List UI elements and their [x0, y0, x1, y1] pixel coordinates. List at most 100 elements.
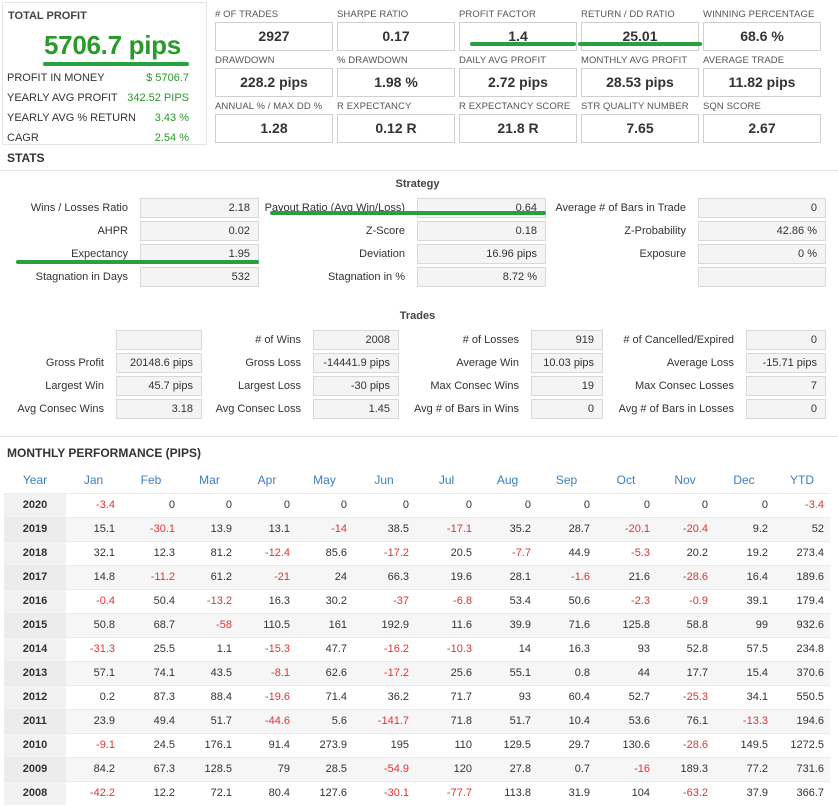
month-value-cell: 932.6 — [774, 612, 830, 637]
year-cell: 2009 — [4, 756, 66, 781]
month-column-header: Dec — [733, 473, 755, 488]
year-cell: 2020 — [4, 492, 66, 517]
trades-stat-value: 0 — [746, 330, 826, 350]
monthly-row: 2014 -31.3 25.5 1.1 -15.3 47.7 -16.2 -10.3 14 16.… — [4, 636, 830, 661]
month-column-header: YTD — [790, 473, 814, 488]
month-value-cell: 19.2 — [714, 540, 774, 565]
month-value-cell: 0 — [478, 492, 537, 517]
metric-card: DRAWDOWN 228.2 pips — [215, 55, 333, 97]
month-value-cell: -21 — [238, 564, 296, 589]
month-value-cell: 58.8 — [656, 612, 714, 637]
metric-card: AVERAGE TRADE 11.82 pips — [703, 55, 821, 97]
month-value-cell: 84.2 — [66, 756, 121, 781]
year-cell: 2008 — [4, 780, 66, 805]
stats-divider — [0, 170, 838, 171]
month-value-cell: 27.8 — [478, 756, 537, 781]
month-value-cell: 130.6 — [596, 732, 656, 757]
month-value-cell: 87.3 — [121, 684, 181, 709]
month-value-cell: 35.2 — [478, 516, 537, 541]
month-value-cell: 32.1 — [66, 540, 121, 565]
monthly-row: 2008 -42.2 12.2 72.1 80.4 127.6 -30.1 -77.7 113.… — [4, 780, 830, 805]
strategy-stat-label: Payout Ratio (Avg Win/Loss) — [264, 202, 405, 214]
month-column-header: Oct — [616, 473, 636, 488]
year-cell: 2015 — [4, 612, 66, 637]
month-value-cell: 71.7 — [415, 684, 478, 709]
month-column-header: Feb — [140, 473, 162, 488]
month-value-cell: 79 — [238, 756, 296, 781]
month-value-cell: 36.2 — [353, 684, 415, 709]
month-value-cell: 57.1 — [66, 660, 121, 685]
trades-stat-label: Gross Profit — [45, 357, 104, 369]
month-value-cell: 5.6 — [296, 708, 353, 733]
year-cell: 2010 — [4, 732, 66, 757]
payout-ratio-highlight — [270, 211, 546, 215]
month-value-cell: -44.6 — [238, 708, 296, 733]
month-value-cell: 125.8 — [596, 612, 656, 637]
month-value-cell: 14 — [478, 636, 537, 661]
month-value-cell: -30.1 — [121, 516, 181, 541]
month-value-cell: 149.5 — [714, 732, 774, 757]
month-value-cell: -5.3 — [596, 540, 656, 565]
metric-value: 0.17 — [337, 22, 455, 51]
trades-stat-value: 7 — [746, 376, 826, 396]
month-value-cell: 51.7 — [478, 708, 537, 733]
month-column-header: Nov — [674, 473, 696, 488]
metric-value: 2.72 pips — [459, 68, 577, 97]
metric-value: 1.4 — [459, 22, 577, 51]
metric-value: 0.12 R — [337, 114, 455, 143]
month-value-cell: 550.5 — [774, 684, 830, 709]
month-value-cell: 11.6 — [415, 612, 478, 637]
month-value-cell: 0 — [181, 492, 238, 517]
yearly-avg-profit-row: YEARLY AVG PROFIT 342.52 PIPS — [7, 92, 189, 104]
month-value-cell: -12.4 — [238, 540, 296, 565]
month-value-cell: 71.6 — [537, 612, 596, 637]
month-value-cell: 91.4 — [238, 732, 296, 757]
month-value-cell: 370.6 — [774, 660, 830, 685]
profit-summary-list: PROFIT IN MONEY $ 5706.7 YEARLY AVG PROFI… — [7, 68, 189, 148]
trades-stat-label: # of Losses — [462, 334, 519, 346]
metric-label: SHARPE RATIO — [337, 9, 409, 20]
month-value-cell: 49.4 — [121, 708, 181, 733]
trades-stat-label: Avg # of Bars in Wins — [414, 403, 519, 415]
trades-stat-label — [0, 330, 104, 350]
month-value-cell: 273.9 — [296, 732, 353, 757]
year-cell: 2014 — [4, 636, 66, 661]
trades-stat-label: Average Loss — [666, 357, 734, 369]
month-value-cell: -2.3 — [596, 588, 656, 613]
month-value-cell: 52 — [774, 516, 830, 541]
year-cell: 2017 — [4, 564, 66, 589]
metric-label: # OF TRADES — [215, 9, 279, 20]
trades-stat-label: Avg # of Bars in Losses — [618, 403, 734, 415]
metric-label: R EXPECTANCY — [337, 101, 412, 112]
trades-stat-label: Average Win — [456, 357, 519, 369]
month-value-cell: 19.6 — [415, 564, 478, 589]
month-value-cell: 189.6 — [774, 564, 830, 589]
year-cell: 2013 — [4, 660, 66, 685]
month-value-cell: 25.5 — [121, 636, 181, 661]
total-profit-value: 5706.7 pips — [44, 30, 181, 60]
month-value-cell: 31.9 — [537, 780, 596, 805]
month-value-cell: -6.8 — [415, 588, 478, 613]
month-value-cell: 81.2 — [181, 540, 238, 565]
metric-card: STR QUALITY NUMBER 7.65 — [581, 101, 699, 143]
month-value-cell: 66.3 — [353, 564, 415, 589]
strategy-stat-label: Z-Score — [365, 225, 405, 237]
month-value-cell: -17.1 — [415, 516, 478, 541]
month-value-cell: 99 — [714, 612, 774, 637]
strategy-stat-label: Wins / Losses Ratio — [30, 202, 128, 214]
month-value-cell: 57.5 — [714, 636, 774, 661]
month-value-cell: 189.3 — [656, 756, 714, 781]
profit-in-money-row: PROFIT IN MONEY $ 5706.7 — [7, 72, 189, 84]
month-value-cell: 0.7 — [537, 756, 596, 781]
month-value-cell: 52.7 — [596, 684, 656, 709]
month-value-cell: 113.8 — [478, 780, 537, 805]
month-value-cell: -37 — [353, 588, 415, 613]
monthly-row: 2019 15.1 -30.1 13.9 13.1 -14 38.5 -17.1 35.2 28.… — [4, 516, 830, 541]
year-cell: 2019 — [4, 516, 66, 541]
strategy-stat-value: 0 % — [698, 244, 826, 264]
metric-value: 2.67 — [703, 114, 821, 143]
total-profit-label: TOTAL PROFIT — [8, 10, 87, 22]
month-column-header: Jan — [83, 473, 104, 488]
trades-stat-label: # of Wins — [255, 334, 301, 346]
month-value-cell: 192.9 — [353, 612, 415, 637]
